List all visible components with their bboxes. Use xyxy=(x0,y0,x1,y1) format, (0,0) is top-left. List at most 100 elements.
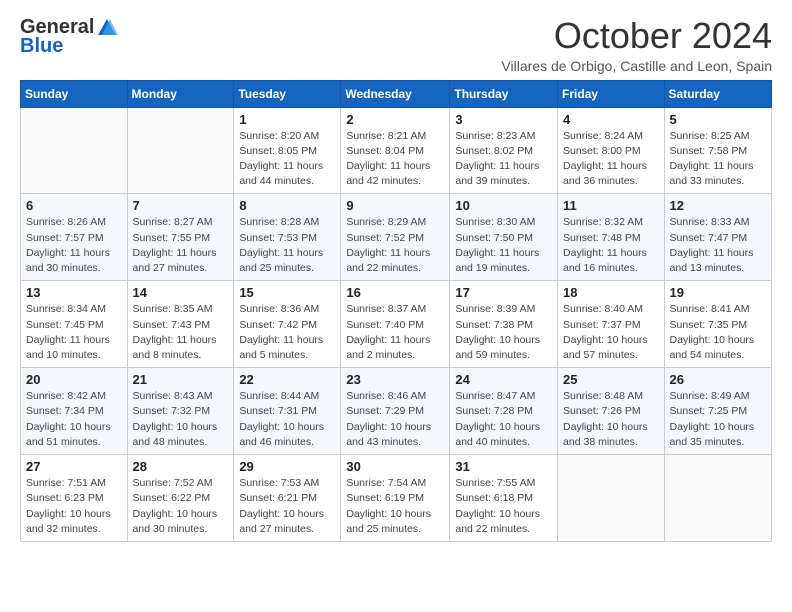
day-number: 4 xyxy=(563,112,659,127)
day-info: Sunrise: 8:43 AM Sunset: 7:32 PM Dayligh… xyxy=(133,389,229,450)
day-number: 10 xyxy=(455,198,552,213)
calendar-cell: 16Sunrise: 8:37 AM Sunset: 7:40 PM Dayli… xyxy=(341,281,450,368)
header: General Blue October 2024 Villares de Or… xyxy=(20,16,772,74)
calendar-cell: 11 Sunrise: 8:32 AM Sunset: 7:48 PM Dayli… xyxy=(558,194,665,281)
calendar-cell: 18 Sunrise: 8:40 AM Sunset: 7:37 PM Dayli… xyxy=(558,281,665,368)
calendar-cell: 30 Sunrise: 7:54 AM Sunset: 6:19 PM Dayli… xyxy=(341,455,450,542)
day-number: 30 xyxy=(346,459,444,474)
calendar-cell xyxy=(664,455,771,542)
day-number: 7 xyxy=(133,198,229,213)
day-number: 29 xyxy=(239,459,335,474)
day-number: 20 xyxy=(26,372,122,387)
day-number: 14 xyxy=(133,285,229,300)
calendar-cell: 26Sunrise: 8:49 AM Sunset: 7:25 PM Dayli… xyxy=(664,368,771,455)
day-info: Sunrise: 8:28 AM Sunset: 7:53 PM Dayligh… xyxy=(239,215,335,276)
day-number: 17 xyxy=(455,285,552,300)
calendar-cell xyxy=(127,107,234,194)
weekday-header-friday: Friday xyxy=(558,80,665,107)
day-number: 18 xyxy=(563,285,659,300)
weekday-header-thursday: Thursday xyxy=(450,80,558,107)
day-number: 15 xyxy=(239,285,335,300)
calendar-cell: 12 Sunrise: 8:33 AM Sunset: 7:47 PM Dayli… xyxy=(664,194,771,281)
calendar-table: SundayMondayTuesdayWednesdayThursdayFrid… xyxy=(20,80,772,542)
day-number: 27 xyxy=(26,459,122,474)
weekday-header-wednesday: Wednesday xyxy=(341,80,450,107)
day-number: 1 xyxy=(239,112,335,127)
day-info: Sunrise: 7:55 AM Sunset: 6:18 PM Dayligh… xyxy=(455,476,552,537)
calendar-cell: 1 Sunrise: 8:20 AM Sunset: 8:05 PM Daylig… xyxy=(234,107,341,194)
calendar-cell: 10 Sunrise: 8:30 AM Sunset: 7:50 PM Dayli… xyxy=(450,194,558,281)
weekday-header-tuesday: Tuesday xyxy=(234,80,341,107)
logo-icon xyxy=(96,17,118,39)
week-row-4: 20 Sunrise: 8:42 AM Sunset: 7:34 PM Dayli… xyxy=(21,368,772,455)
day-info: Sunrise: 8:24 AM Sunset: 8:00 PM Dayligh… xyxy=(563,129,659,190)
logo-blue-text: Blue xyxy=(20,35,63,58)
week-row-1: 1 Sunrise: 8:20 AM Sunset: 8:05 PM Daylig… xyxy=(21,107,772,194)
calendar-cell: 27 Sunrise: 7:51 AM Sunset: 6:23 PM Dayli… xyxy=(21,455,128,542)
calendar-cell: 29 Sunrise: 7:53 AM Sunset: 6:21 PM Dayli… xyxy=(234,455,341,542)
calendar-cell: 23 Sunrise: 8:46 AM Sunset: 7:29 PM Dayli… xyxy=(341,368,450,455)
day-info: Sunrise: 8:23 AM Sunset: 8:02 PM Dayligh… xyxy=(455,129,552,190)
day-number: 6 xyxy=(26,198,122,213)
day-number: 12 xyxy=(670,198,766,213)
month-title: October 2024 xyxy=(501,16,772,56)
day-info: Sunrise: 7:51 AM Sunset: 6:23 PM Dayligh… xyxy=(26,476,122,537)
calendar-cell: 19Sunrise: 8:41 AM Sunset: 7:35 PM Dayli… xyxy=(664,281,771,368)
calendar-cell: 25 Sunrise: 8:48 AM Sunset: 7:26 PM Dayli… xyxy=(558,368,665,455)
day-info: Sunrise: 8:42 AM Sunset: 7:34 PM Dayligh… xyxy=(26,389,122,450)
day-info: Sunrise: 8:48 AM Sunset: 7:26 PM Dayligh… xyxy=(563,389,659,450)
calendar-cell xyxy=(21,107,128,194)
location-subtitle: Villares de Orbigo, Castille and Leon, S… xyxy=(501,58,772,74)
calendar-cell: 2Sunrise: 8:21 AM Sunset: 8:04 PM Daylig… xyxy=(341,107,450,194)
day-info: Sunrise: 8:30 AM Sunset: 7:50 PM Dayligh… xyxy=(455,215,552,276)
day-number: 31 xyxy=(455,459,552,474)
day-number: 23 xyxy=(346,372,444,387)
page: General Blue October 2024 Villares de Or… xyxy=(0,0,792,562)
day-info: Sunrise: 8:33 AM Sunset: 7:47 PM Dayligh… xyxy=(670,215,766,276)
day-info: Sunrise: 8:32 AM Sunset: 7:48 PM Dayligh… xyxy=(563,215,659,276)
day-info: Sunrise: 8:34 AM Sunset: 7:45 PM Dayligh… xyxy=(26,302,122,363)
title-block: October 2024 Villares de Orbigo, Castill… xyxy=(501,16,772,74)
day-info: Sunrise: 8:26 AM Sunset: 7:57 PM Dayligh… xyxy=(26,215,122,276)
day-info: Sunrise: 7:52 AM Sunset: 6:22 PM Dayligh… xyxy=(133,476,229,537)
calendar-cell: 9 Sunrise: 8:29 AM Sunset: 7:52 PM Daylig… xyxy=(341,194,450,281)
day-info: Sunrise: 8:36 AM Sunset: 7:42 PM Dayligh… xyxy=(239,302,335,363)
day-number: 28 xyxy=(133,459,229,474)
calendar-cell: 24 Sunrise: 8:47 AM Sunset: 7:28 PM Dayli… xyxy=(450,368,558,455)
day-number: 13 xyxy=(26,285,122,300)
calendar-cell: 15 Sunrise: 8:36 AM Sunset: 7:42 PM Dayli… xyxy=(234,281,341,368)
day-info: Sunrise: 7:53 AM Sunset: 6:21 PM Dayligh… xyxy=(239,476,335,537)
day-info: Sunrise: 8:40 AM Sunset: 7:37 PM Dayligh… xyxy=(563,302,659,363)
day-info: Sunrise: 8:20 AM Sunset: 8:05 PM Dayligh… xyxy=(239,129,335,190)
day-info: Sunrise: 8:25 AM Sunset: 7:58 PM Dayligh… xyxy=(670,129,766,190)
day-info: Sunrise: 7:54 AM Sunset: 6:19 PM Dayligh… xyxy=(346,476,444,537)
weekday-header-monday: Monday xyxy=(127,80,234,107)
day-info: Sunrise: 8:47 AM Sunset: 7:28 PM Dayligh… xyxy=(455,389,552,450)
calendar-cell: 13 Sunrise: 8:34 AM Sunset: 7:45 PM Dayli… xyxy=(21,281,128,368)
day-number: 22 xyxy=(239,372,335,387)
week-row-5: 27 Sunrise: 7:51 AM Sunset: 6:23 PM Dayli… xyxy=(21,455,772,542)
calendar-cell: 22Sunrise: 8:44 AM Sunset: 7:31 PM Dayli… xyxy=(234,368,341,455)
day-number: 24 xyxy=(455,372,552,387)
day-number: 21 xyxy=(133,372,229,387)
calendar-cell: 3Sunrise: 8:23 AM Sunset: 8:02 PM Daylig… xyxy=(450,107,558,194)
day-info: Sunrise: 8:29 AM Sunset: 7:52 PM Dayligh… xyxy=(346,215,444,276)
day-number: 8 xyxy=(239,198,335,213)
weekday-header-row: SundayMondayTuesdayWednesdayThursdayFrid… xyxy=(21,80,772,107)
day-number: 5 xyxy=(670,112,766,127)
day-number: 9 xyxy=(346,198,444,213)
logo: General Blue xyxy=(20,16,118,58)
calendar-cell: 20 Sunrise: 8:42 AM Sunset: 7:34 PM Dayli… xyxy=(21,368,128,455)
day-info: Sunrise: 8:37 AM Sunset: 7:40 PM Dayligh… xyxy=(346,302,444,363)
calendar-cell: 7Sunrise: 8:27 AM Sunset: 7:55 PM Daylig… xyxy=(127,194,234,281)
calendar-cell: 6 Sunrise: 8:26 AM Sunset: 7:57 PM Daylig… xyxy=(21,194,128,281)
day-info: Sunrise: 8:39 AM Sunset: 7:38 PM Dayligh… xyxy=(455,302,552,363)
calendar-cell xyxy=(558,455,665,542)
day-number: 11 xyxy=(563,198,659,213)
week-row-3: 13 Sunrise: 8:34 AM Sunset: 7:45 PM Dayli… xyxy=(21,281,772,368)
day-info: Sunrise: 8:46 AM Sunset: 7:29 PM Dayligh… xyxy=(346,389,444,450)
day-number: 19 xyxy=(670,285,766,300)
calendar-cell: 14Sunrise: 8:35 AM Sunset: 7:43 PM Dayli… xyxy=(127,281,234,368)
day-number: 25 xyxy=(563,372,659,387)
calendar-cell: 17 Sunrise: 8:39 AM Sunset: 7:38 PM Dayli… xyxy=(450,281,558,368)
